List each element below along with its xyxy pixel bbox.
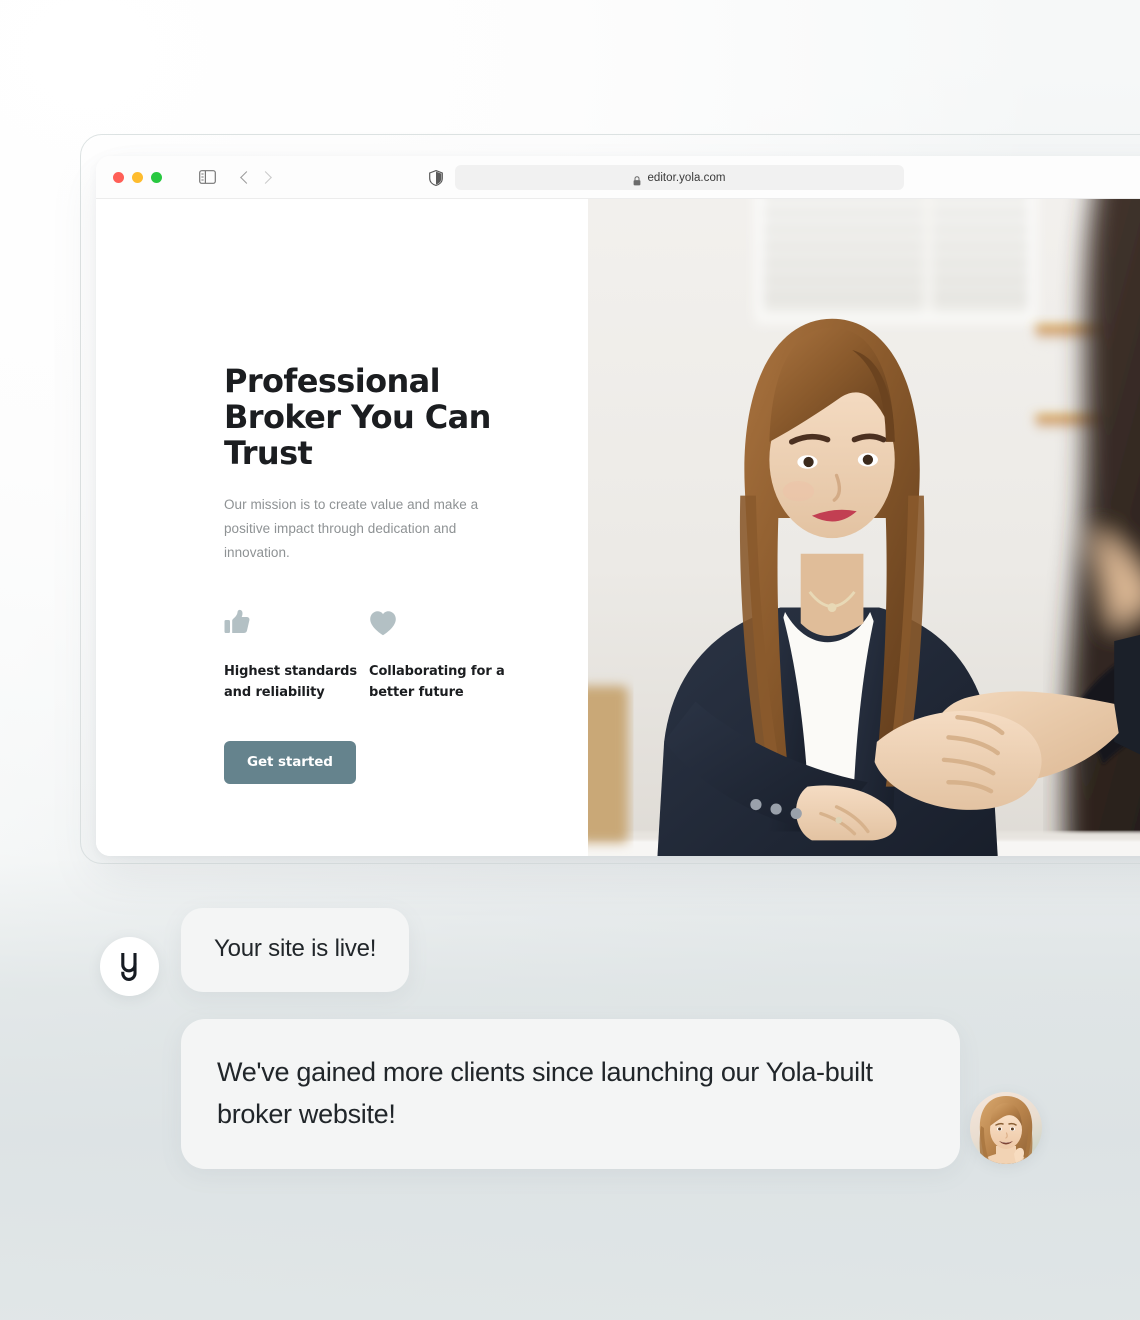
site-viewport: Professional Broker You Can Trust Our mi… <box>96 199 1140 856</box>
feature-list: Highest standards and reliability Collab… <box>224 609 514 703</box>
avatar <box>970 1092 1042 1164</box>
chevron-right-icon[interactable] <box>259 170 272 184</box>
shield-icon[interactable] <box>429 169 443 187</box>
maximize-button[interactable] <box>151 171 162 183</box>
sidebar-icon[interactable] <box>199 170 216 184</box>
address-bar[interactable]: editor.yola.com <box>455 165 904 190</box>
chevron-left-icon[interactable] <box>240 170 253 184</box>
feature-label: Highest standards and reliability <box>224 664 358 700</box>
url-text: editor.yola.com <box>647 171 726 184</box>
lock-icon <box>633 173 641 185</box>
get-started-button[interactable]: Get started <box>224 741 356 784</box>
page-title: Professional Broker You Can Trust <box>224 362 491 472</box>
heart-icon <box>369 609 514 637</box>
minimize-button[interactable] <box>132 171 143 183</box>
system-message-text: Your site is live! <box>214 935 377 962</box>
browser-toolbar: editor.yola.com <box>96 156 1140 199</box>
thumbs-up-icon <box>224 609 369 637</box>
yola-logo <box>100 937 159 996</box>
feature-item: Collaborating for a better future <box>369 609 514 703</box>
hero-photo <box>588 199 1140 856</box>
close-button[interactable] <box>113 171 124 183</box>
hero-copy-column: Professional Broker You Can Trust Our mi… <box>96 199 588 856</box>
chat-bubble-system: Your site is live! <box>181 908 410 992</box>
browser-window: editor.yola.com Professional Broker You … <box>96 156 1140 856</box>
yola-logo-icon <box>120 952 137 981</box>
hero-subtitle: Our mission is to create value and make … <box>224 497 479 560</box>
chat-bubble-user: We've gained more clients since launchin… <box>181 1019 960 1169</box>
feature-item: Highest standards and reliability <box>224 609 369 703</box>
window-controls <box>113 171 162 183</box>
user-message-text: We've gained more clients since launchin… <box>217 1057 873 1129</box>
navigation-arrows <box>240 170 272 184</box>
feature-label: Collaborating for a better future <box>369 664 505 700</box>
